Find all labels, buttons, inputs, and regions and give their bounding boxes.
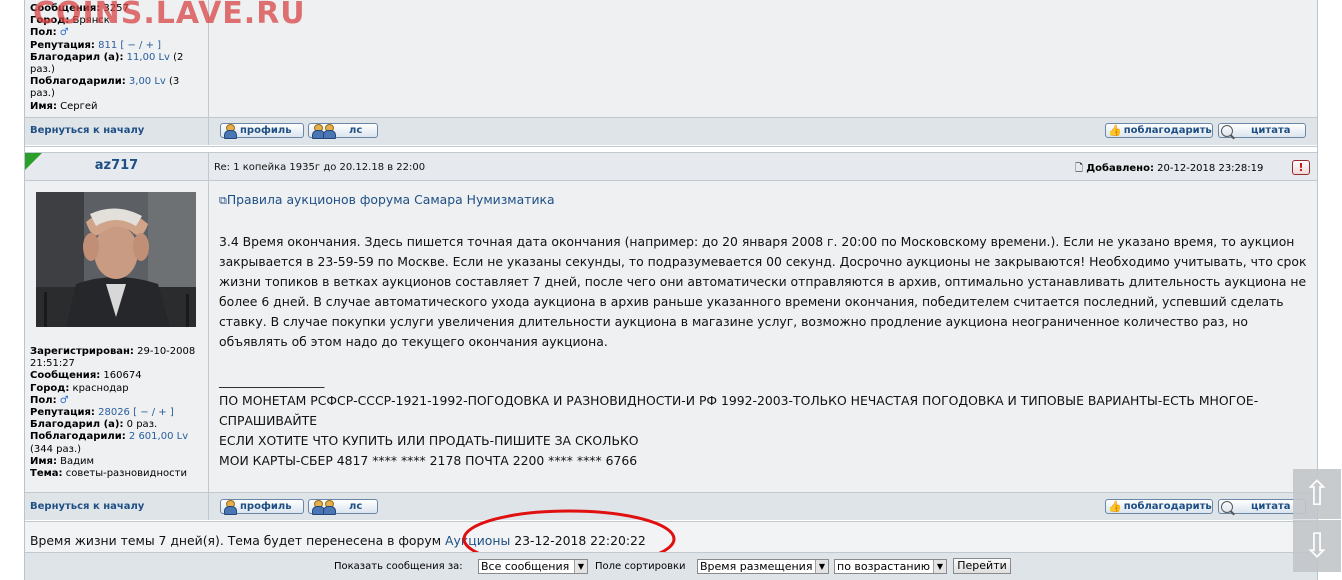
- site-watermark: COINS.LAVE.RU: [33, 0, 306, 31]
- profile-reputation: Репутация: 28026 [ − / + ]: [30, 407, 174, 419]
- signature-line-1: ПО МОНЕТАМ РСФСР-СССР-1921-1992-ПОГОДОВК…: [219, 393, 1259, 428]
- chevron-down-icon: ▼: [574, 560, 587, 573]
- go-button[interactable]: Перейти: [953, 558, 1011, 574]
- avatar: [36, 192, 196, 327]
- profile-gender: Пол: ♂: [30, 394, 69, 406]
- user-profile-icon: [223, 124, 237, 139]
- scroll-up-icon[interactable]: ⇧: [1293, 469, 1341, 519]
- post-subject: Re: 1 копейка 1935г до 20.12.18 в 22:00: [214, 162, 426, 173]
- quote-button[interactable]: цитата: [1218, 123, 1306, 138]
- profile-thanked: Благодарил (а): 11,00 Lv (2 раз.): [30, 51, 184, 76]
- thanked-link[interactable]: 11,00 Lv: [127, 52, 170, 63]
- column-separator: [208, 493, 209, 520]
- reputation-controls[interactable]: [ − / + ]: [120, 40, 161, 51]
- profile-posts: Сообщения: 160674: [30, 370, 142, 382]
- profile-was-thanked: Поблагодарили: 2 601,00 Lv (344 раз.): [30, 431, 189, 455]
- profile-city: Город: краснодар: [30, 382, 129, 394]
- profile-registered: Зарегистрирован: 29-10-2008 21:51:27: [30, 346, 196, 370]
- signature-line-2: ЕСЛИ ХОТИТЕ ЧТО КУПИТЬ ИЛИ ПРОДАТЬ-ПИШИТ…: [219, 433, 639, 448]
- sort-field-select[interactable]: Время размещения ▼: [697, 559, 829, 574]
- avatar-photo: [36, 192, 196, 327]
- thumbs-up-icon: 👍: [1108, 500, 1122, 513]
- profile-topic: Тема: советы-разновидности: [30, 468, 187, 480]
- column-separator: [208, 118, 209, 145]
- profile-name: Имя: Сергей: [30, 100, 98, 112]
- profile-thanked: Благодарил (а): 0 раз.: [30, 419, 158, 431]
- back-to-top-link[interactable]: Вернуться к началу: [30, 125, 144, 136]
- report-exclamation-icon[interactable]: !: [1292, 160, 1310, 175]
- column-separator: [208, 180, 209, 492]
- forum-topic-container: Сообщения: 3257 Город: Брянск Пол: ♂ Реп…: [24, 0, 1318, 580]
- magnifier-quote-icon: [1221, 124, 1233, 137]
- divider: [25, 152, 1317, 153]
- profile-name: Имя: Вадим: [30, 455, 95, 467]
- sort-field-label: Поле сортировки: [595, 561, 686, 572]
- back-to-top-link[interactable]: Вернуться к началу: [30, 501, 144, 512]
- reputation-controls[interactable]: [ − / + ]: [133, 407, 174, 418]
- profile-button[interactable]: профиль: [220, 499, 304, 515]
- post-2-profile: Зарегистрирован: 29-10-2008 21:51:27 Соо…: [30, 346, 208, 480]
- chevron-down-icon: ▼: [933, 560, 946, 573]
- profile-reputation: Репутация: 811 [ − / + ]: [30, 39, 162, 51]
- profile-button[interactable]: профиль: [220, 123, 304, 139]
- reputation-link[interactable]: 811: [98, 40, 117, 51]
- user-profile-icon: [223, 500, 237, 515]
- divider: [25, 180, 1317, 181]
- divider: [25, 146, 1317, 147]
- magnifier-quote-icon: [1221, 500, 1233, 513]
- post-text: 3.4 Время окончания. Здесь пишется точна…: [219, 234, 1307, 349]
- external-link-icon: ⧉: [219, 194, 227, 207]
- post-author[interactable]: az717: [25, 158, 208, 173]
- reputation-link[interactable]: 28026: [98, 407, 130, 418]
- auction-rules-link[interactable]: ⧉Правила аукционов форума Самара Нумизма…: [219, 192, 555, 208]
- signature-separator: _________________: [219, 373, 325, 388]
- sort-order-select[interactable]: по возрастанию ▼: [834, 559, 947, 574]
- was-thanked-link[interactable]: 3,00 Lv: [129, 76, 166, 87]
- post-document-icon: 🗋: [1075, 163, 1084, 174]
- was-thanked-link[interactable]: 2 601,00 Lv: [129, 431, 188, 442]
- male-gender-icon: ♂: [59, 394, 69, 406]
- thumbs-up-icon: 👍: [1108, 124, 1122, 137]
- show-posts-select[interactable]: Все сообщения ▼: [478, 559, 588, 574]
- post-added-date: 🗋 Добавлено: 20-12-2018 23:28:19: [1075, 163, 1264, 174]
- show-posts-label: Показать сообщения за:: [334, 561, 463, 572]
- signature-line-3: МОИ КАРТЫ-СБЕР 4817 **** **** 2178 ПОЧТА…: [219, 453, 638, 468]
- pm-button[interactable]: лс: [308, 123, 378, 139]
- signature: _________________ ПО МОНЕТАМ РСФСР-СССР-…: [219, 371, 1311, 471]
- thank-button[interactable]: 👍 поблагодарить: [1105, 499, 1213, 514]
- pm-button[interactable]: лс: [308, 499, 378, 515]
- thank-button[interactable]: 👍 поблагодарить: [1105, 123, 1213, 138]
- chevron-down-icon: ▼: [815, 560, 828, 573]
- scroll-down-icon[interactable]: ⇩: [1293, 520, 1341, 572]
- profile-was-thanked: Поблагодарили: 3,00 Lv (3 раз.): [30, 76, 180, 100]
